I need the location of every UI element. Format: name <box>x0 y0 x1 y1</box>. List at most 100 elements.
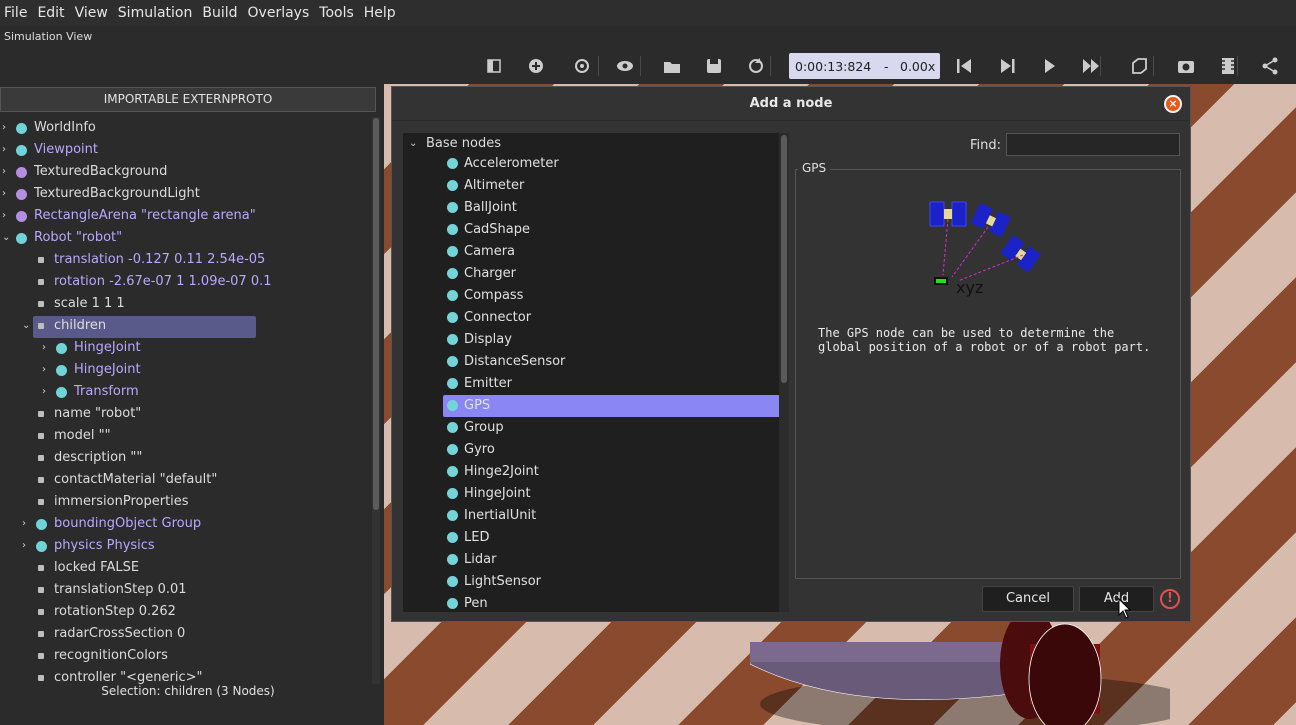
node-list-item-gyro[interactable]: Gyro <box>403 439 779 461</box>
node-list-item-lightsensor[interactable]: LightSensor <box>403 571 779 593</box>
node-icon <box>56 343 67 354</box>
tree-field-children[interactable]: ⌄ children <box>0 315 372 337</box>
menu-bar: File Edit View Simulation Build Overlays Tools… <box>0 0 1296 26</box>
node-list-item-inertialunit[interactable]: InertialUnit <box>403 505 779 527</box>
node-list-item-hingejoint[interactable]: HingeJoint <box>403 483 779 505</box>
chevron-right-icon[interactable]: › <box>2 161 12 183</box>
step-back-icon[interactable] <box>950 52 978 80</box>
node-list-item-compass[interactable]: Compass <box>403 285 779 307</box>
tree-node-hingejoint[interactable]: › HingeJoint <box>0 359 372 381</box>
chevron-right-icon[interactable]: › <box>42 381 52 403</box>
tree-field-scale-1-1-1[interactable]: scale 1 1 1 <box>0 293 372 315</box>
tree-field-translation-0-127-0-11-2-54e-05[interactable]: translation -0.127 0.11 2.54e-05 <box>0 249 372 271</box>
close-icon[interactable]: × <box>1164 95 1182 113</box>
menu-file[interactable]: File <box>0 0 33 26</box>
reload-world-icon[interactable] <box>742 52 770 80</box>
menu-overlays[interactable]: Overlays <box>244 0 316 26</box>
node-list-item-altimeter[interactable]: Altimeter <box>403 175 779 197</box>
tree-node-texturedbackgroundlight[interactable]: › TexturedBackgroundLight <box>0 183 372 205</box>
chevron-down-icon[interactable]: ⌄ <box>2 227 12 249</box>
tree-field-locked-false[interactable]: locked FALSE <box>0 557 372 579</box>
node-list-label: Gyro <box>464 442 495 457</box>
importable-externproto-button[interactable]: IMPORTABLE EXTERNPROTO <box>0 87 376 112</box>
tree-field-contactmaterial-default[interactable]: contactMaterial "default" <box>0 469 372 491</box>
node-list-scrollbar-handle[interactable] <box>781 135 787 383</box>
tree-node-physics-physics[interactable]: › physics Physics <box>0 535 372 557</box>
node-list-item-distancesensor[interactable]: DistanceSensor <box>403 351 779 373</box>
chevron-right-icon[interactable]: › <box>2 183 12 205</box>
reset-view-icon[interactable] <box>568 52 596 80</box>
save-world-icon[interactable] <box>700 52 728 80</box>
node-list-item-display[interactable]: Display <box>403 329 779 351</box>
tree-field-recognitioncolors[interactable]: recognitionColors <box>0 645 372 667</box>
node-list-item-gps[interactable]: GPS <box>403 395 779 417</box>
chevron-right-icon[interactable]: › <box>2 139 12 161</box>
gps-illustration: xyz <box>929 201 1041 297</box>
share-icon[interactable] <box>1256 52 1284 80</box>
chevron-right-icon[interactable]: › <box>2 117 12 139</box>
tree-node-transform[interactable]: › Transform <box>0 381 372 403</box>
tree-node-texturedbackground[interactable]: › TexturedBackground <box>0 161 372 183</box>
add-button[interactable]: Add <box>1079 586 1154 612</box>
node-list-label: Camera <box>464 244 516 259</box>
node-list-item-pen[interactable]: Pen <box>403 593 779 612</box>
node-icon <box>16 145 27 156</box>
toggle-scene-tree-icon[interactable] <box>480 52 508 80</box>
menu-view[interactable]: View <box>71 0 114 26</box>
node-list-item-led[interactable]: LED <box>403 527 779 549</box>
node-list-item-emitter[interactable]: Emitter <box>403 373 779 395</box>
node-list-label: InertialUnit <box>464 508 537 523</box>
node-list-item-lidar[interactable]: Lidar <box>403 549 779 571</box>
tree-field-rotation-2-67e-07-1-1-09e-07-0-1[interactable]: rotation -2.67e-07 1 1.09e-07 0.1 <box>0 271 372 293</box>
chevron-down-icon[interactable]: ⌄ <box>22 315 32 337</box>
chevron-right-icon[interactable]: › <box>22 513 32 535</box>
cancel-button[interactable]: Cancel <box>982 586 1074 612</box>
tree-field-controller-generic[interactable]: controller "<generic>" <box>0 667 372 684</box>
node-list-item-camera[interactable]: Camera <box>403 241 779 263</box>
scene-tree-scrollbar-handle[interactable] <box>373 118 379 510</box>
step-icon[interactable] <box>993 52 1021 80</box>
menu-simulation[interactable]: Simulation <box>114 0 199 26</box>
chevron-right-icon[interactable]: › <box>42 337 52 359</box>
tree-node-worldinfo[interactable]: › WorldInfo <box>0 117 372 139</box>
screenshot-icon[interactable] <box>1172 52 1200 80</box>
node-list-item-balljoint[interactable]: BallJoint <box>403 197 779 219</box>
tree-field-model[interactable]: model "" <box>0 425 372 447</box>
tree-node-boundingobject-group[interactable]: › boundingObject Group <box>0 513 372 535</box>
menu-edit[interactable]: Edit <box>33 0 70 26</box>
open-world-icon[interactable] <box>658 52 686 80</box>
node-list-item-group[interactable]: Group <box>403 417 779 439</box>
node-list-item-cadshape[interactable]: CadShape <box>403 219 779 241</box>
menu-help[interactable]: Help <box>360 0 402 26</box>
tree-node-viewpoint[interactable]: › Viewpoint <box>0 139 372 161</box>
find-input[interactable] <box>1006 133 1180 156</box>
scene-tree[interactable]: › WorldInfo › Viewpoint › TexturedBackground ›… <box>0 117 372 684</box>
node-list-item-hinge2joint[interactable]: Hinge2Joint <box>403 461 779 483</box>
play-icon[interactable] <box>1035 52 1063 80</box>
tree-field-rotationstep-0-262[interactable]: rotationStep 0.262 <box>0 601 372 623</box>
tree-field-radarcrosssection-0[interactable]: radarCrossSection 0 <box>0 623 372 645</box>
dialog-title: Add a node <box>392 87 1190 121</box>
tree-field-name-robot[interactable]: name "robot" <box>0 403 372 425</box>
menu-build[interactable]: Build <box>198 0 243 26</box>
node-list-item-accelerometer[interactable]: Accelerometer <box>403 153 779 175</box>
menu-tools[interactable]: Tools <box>315 0 360 26</box>
node-icon <box>447 554 458 565</box>
chevron-right-icon[interactable]: › <box>42 359 52 381</box>
tree-field-immersionproperties[interactable]: immersionProperties <box>0 491 372 513</box>
chevron-down-icon[interactable]: ⌄ <box>409 133 419 155</box>
tree-node-rectanglearena-rectangle-arena[interactable]: › RectangleArena "rectangle arena" <box>0 205 372 227</box>
tree-node-hingejoint[interactable]: › HingeJoint <box>0 337 372 359</box>
tree-field-description[interactable]: description "" <box>0 447 372 469</box>
add-node-icon[interactable] <box>522 52 550 80</box>
visibility-icon[interactable] <box>611 52 639 80</box>
base-nodes-category[interactable]: ⌄ Base nodes <box>403 133 779 155</box>
chevron-right-icon[interactable]: › <box>22 535 32 557</box>
node-list[interactable]: ⌄ Base nodes Accelerometer Altimeter BallJ… <box>403 133 789 612</box>
tree-field-translationstep-0-01[interactable]: translationStep 0.01 <box>0 579 372 601</box>
node-list-item-charger[interactable]: Charger <box>403 263 779 285</box>
3d-view-icon[interactable] <box>1125 52 1153 80</box>
tree-node-robot-robot[interactable]: ⌄ Robot "robot" <box>0 227 372 249</box>
node-list-item-connector[interactable]: Connector <box>403 307 779 329</box>
chevron-right-icon[interactable]: › <box>2 205 12 227</box>
